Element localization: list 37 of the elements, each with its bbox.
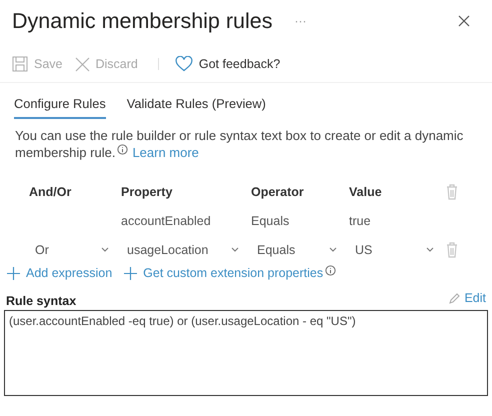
column-header: And/Or [29,184,72,200]
dropdown[interactable]: Or [29,235,121,264]
close-icon[interactable] [458,15,470,27]
info-icon [117,144,128,155]
chevron-icon [231,247,239,252]
column-header: Operator [251,184,305,201]
column-header: Property [121,184,174,201]
chevron-icon [426,247,434,252]
plus-icon [7,266,20,280]
table-cell-text: accountEnabled [121,212,212,230]
add-link[interactable]: Add expression [7,266,112,280]
dropdown[interactable]: Equals [251,235,349,264]
trash-icon[interactable] [446,242,458,258]
chevron-icon [329,247,337,252]
table-cell-text: true [349,212,372,230]
edit-button[interactable]: Edit [449,291,486,305]
close-icon [74,56,90,72]
dropdown[interactable]: usageLocation [121,235,251,264]
add-link[interactable]: Get custom extension properties [124,266,336,280]
heart-icon [174,56,193,72]
tab[interactable]: Configure Rules [14,91,106,119]
trash-icon[interactable] [446,184,458,200]
chevron-icon [101,247,109,252]
panel-title: Dynamic membership rules [12,8,272,34]
column-header: Value [349,184,383,200]
tab[interactable]: Validate Rules (Preview) [126,91,266,119]
info-icon [325,264,336,276]
feedback-button[interactable]: Got feedback? [174,56,280,72]
table-cell-text: Equals [251,212,290,230]
plus-icon [124,266,138,280]
description-text: You can use the rule builder or rule syntax text box to create or edit a dynamic membership rule. Learn more [15,127,464,161]
field-label: Rule syntax [6,294,76,308]
rule-syntax-field[interactable]: (user.accountEnabled -eq true) or (user.usageLocation - eq "US") [4,310,488,396]
save-icon [12,56,28,72]
learn-more-link[interactable]: Learn more [132,145,199,160]
pencil-icon [449,292,460,304]
dropdown[interactable]: US [349,235,446,264]
